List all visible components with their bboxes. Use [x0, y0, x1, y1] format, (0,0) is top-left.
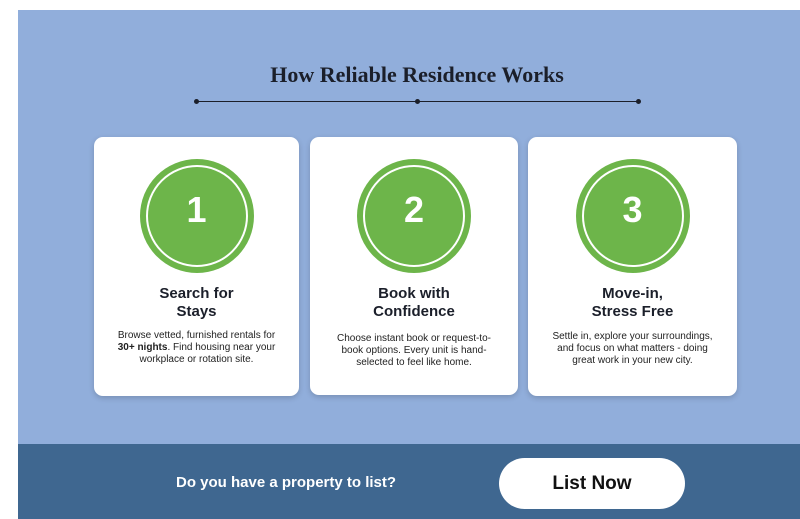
step-3-title-line-1: Move-in, [602, 285, 663, 302]
list-now-button[interactable]: List Now [499, 458, 685, 509]
divider-dot-center [415, 99, 420, 104]
heading-divider [194, 99, 641, 104]
step-2-title: Book with Confidence [320, 285, 508, 321]
section-heading: How Reliable Residence Works [270, 62, 564, 87]
step-2-description: Choose instant book or request-to-book o… [337, 333, 491, 368]
step-3-title: Move-in, Stress Free [538, 285, 727, 321]
step-card-2: 2 Book with Confidence Choose instant bo… [310, 137, 518, 395]
step-3-description: Settle in, explore your surroundings, an… [552, 331, 713, 366]
step-3-title-line-2: Stress Free [591, 303, 674, 320]
step-card-3: 3 Move-in, Stress Free Settle in, explor… [528, 137, 737, 396]
step-2-badge: 2 [357, 159, 471, 273]
step-2-title-line-1: Book with [378, 285, 450, 302]
step-3-number: 3 [622, 189, 643, 230]
step-1-description: Browse vetted, furnished rentals for 30+… [110, 330, 283, 366]
step-2-title-line-2: Confidence [373, 303, 455, 320]
step-card-1: 1 Search for Stays Browse vetted, furnis… [94, 137, 299, 396]
divider-dot-left [194, 99, 199, 104]
step-3-badge: 3 [575, 159, 690, 273]
list-property-question: Do you have a property to list? [176, 474, 397, 491]
step-1-badge: 1 [139, 159, 254, 273]
step-1-number: 1 [186, 189, 207, 230]
divider-dot-right [636, 99, 641, 104]
step-1-title: Search for Stays [104, 285, 289, 321]
step-2-number: 2 [403, 189, 425, 230]
step-1-title-line-2: Stays [176, 303, 217, 320]
step-1-desc-text: Browse vetted, furnished rentals for [117, 330, 276, 341]
step-1-title-line-1: Search for [159, 285, 234, 302]
list-property-banner: Do you have a property to list? List Now [18, 444, 800, 519]
step-1-desc-emphasis: 30+ nights [117, 342, 168, 353]
